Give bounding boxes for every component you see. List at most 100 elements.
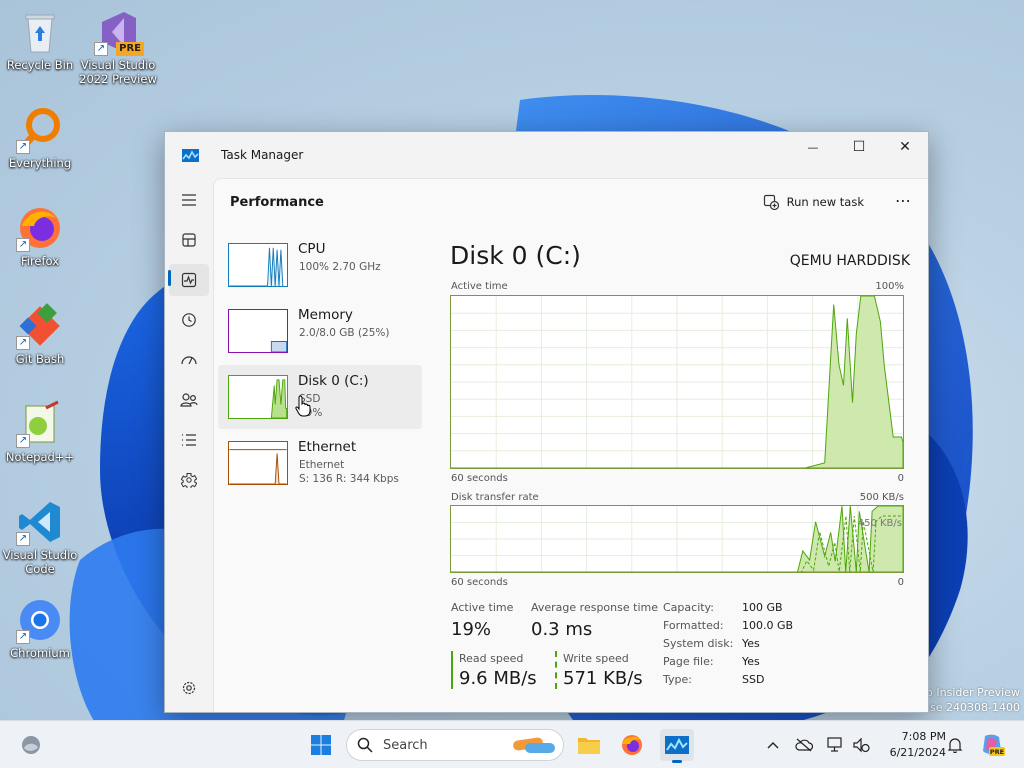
desktop-icon-visual-studio-preview[interactable]: ↗ PRE Visual Studio 2022 Preview bbox=[78, 8, 158, 86]
copilot-button[interactable]: PRE bbox=[975, 729, 1009, 761]
property-value: Yes bbox=[742, 655, 760, 668]
git-bash-icon: ↗ bbox=[16, 302, 64, 350]
perf-item-detail-line2: S: 136 R: 344 Kbps bbox=[299, 473, 399, 485]
close-button[interactable]: ✕ bbox=[882, 132, 928, 162]
desktop-icon-label: Visual Studio 2022 Preview bbox=[79, 58, 157, 86]
firefox-icon: ↗ bbox=[16, 204, 64, 252]
desktop-icon-label: Notepad++ bbox=[5, 450, 75, 464]
perf-item-name: Ethernet bbox=[298, 439, 357, 455]
read-speed-bar bbox=[451, 651, 453, 689]
taskbar-search-box[interactable]: Search bbox=[346, 729, 564, 761]
perf-item-memory[interactable]: Memory 2.0/8.0 GB (25%) bbox=[218, 299, 422, 363]
title-bar[interactable]: Task Manager — ☐ ✕ bbox=[165, 132, 928, 178]
perf-item-detail: 2.0/8.0 GB (25%) bbox=[299, 327, 390, 339]
memory-thumbnail-graph bbox=[228, 309, 288, 353]
nav-processes[interactable] bbox=[169, 224, 209, 256]
nav-users[interactable] bbox=[169, 384, 209, 416]
navigation-rail bbox=[165, 178, 213, 712]
disk-model: QEMU HARDDISK bbox=[789, 253, 910, 269]
perf-item-ethernet[interactable]: Ethernet Ethernet S: 136 R: 344 Kbps bbox=[218, 431, 422, 495]
file-explorer-button[interactable] bbox=[572, 729, 606, 761]
shortcut-arrow-icon: ↗ bbox=[16, 238, 30, 252]
active-time-graph-left-label: 60 seconds bbox=[451, 473, 508, 484]
notifications-button[interactable] bbox=[946, 736, 964, 754]
ethernet-thumbnail-graph bbox=[228, 441, 288, 485]
desktop-icon-notepad-plus-plus[interactable]: ↗ Notepad++ bbox=[0, 400, 80, 464]
nav-settings[interactable] bbox=[169, 672, 209, 704]
task-manager-app-icon bbox=[182, 149, 199, 162]
network-icon bbox=[827, 737, 842, 752]
show-hidden-icons-button[interactable] bbox=[764, 736, 782, 754]
desktop-icon-label: Git Bash bbox=[15, 352, 65, 366]
active-time-caption: Active time bbox=[451, 281, 508, 292]
volume-tray-button[interactable] bbox=[852, 736, 870, 754]
minimize-button[interactable]: — bbox=[790, 132, 836, 162]
active-time-graph bbox=[450, 295, 904, 469]
desktop-icon-vscode[interactable]: ↗ Visual Studio Code bbox=[0, 498, 80, 576]
close-icon: ✕ bbox=[899, 139, 911, 155]
desktop-icon-firefox[interactable]: ↗ Firefox bbox=[0, 204, 80, 268]
vscode-icon: ↗ bbox=[16, 498, 64, 546]
page-title: Performance bbox=[230, 195, 324, 210]
read-speed-label: Read speed bbox=[459, 652, 524, 665]
desktop-icon-label: Everything bbox=[8, 156, 72, 170]
app-history-icon bbox=[182, 313, 196, 327]
shortcut-arrow-icon: ↗ bbox=[16, 140, 30, 154]
hand-pointer-cursor bbox=[295, 395, 311, 417]
onedrive-tray-button[interactable] bbox=[795, 736, 813, 754]
nav-details[interactable] bbox=[169, 424, 209, 456]
hamburger-menu-button[interactable] bbox=[169, 184, 209, 216]
nav-app-history[interactable] bbox=[169, 304, 209, 336]
perf-item-name: Disk 0 (C:) bbox=[298, 373, 369, 389]
transfer-rate-graph bbox=[450, 505, 904, 573]
desktop-icon-label: Firefox bbox=[20, 254, 60, 268]
run-new-task-label: Run new task bbox=[786, 195, 864, 209]
svg-text:PRE: PRE bbox=[990, 748, 1004, 756]
task-manager-icon bbox=[665, 736, 689, 754]
nav-startup-apps[interactable] bbox=[169, 344, 209, 376]
property-key: Capacity: bbox=[663, 601, 714, 614]
visual-studio-icon: ↗ PRE bbox=[94, 8, 144, 56]
task-manager-taskbar-button[interactable] bbox=[660, 729, 694, 763]
property-value: 100 GB bbox=[742, 601, 783, 614]
desktop-icon-label: Visual Studio Code bbox=[2, 548, 78, 576]
details-icon bbox=[182, 434, 196, 446]
transfer-marker-label: 450 KB/s bbox=[857, 518, 902, 529]
desktop-icon-chromium[interactable]: ↗ Chromium bbox=[0, 596, 80, 660]
notepad-plus-plus-icon: ↗ bbox=[16, 400, 64, 448]
start-button[interactable] bbox=[304, 729, 338, 761]
maximize-button[interactable]: ☐ bbox=[836, 132, 882, 162]
active-time-graph-right-label: 0 bbox=[897, 473, 904, 484]
shortcut-arrow-icon: ↗ bbox=[16, 630, 30, 644]
volume-muted-icon bbox=[853, 737, 870, 753]
widgets-button[interactable] bbox=[14, 729, 48, 761]
taskbar-clock[interactable]: 7:08 PM 6/21/2024 bbox=[880, 729, 946, 761]
active-nav-indicator bbox=[168, 270, 171, 286]
perf-item-cpu[interactable]: CPU 100% 2.70 GHz bbox=[218, 233, 422, 297]
desktop-icon-git-bash[interactable]: ↗ Git Bash bbox=[0, 302, 80, 366]
desktop-icon-label: Recycle Bin bbox=[6, 58, 74, 72]
taskbar: Search 7:08 PM 6/21/2024 PRE bbox=[0, 720, 1024, 768]
chromium-icon: ↗ bbox=[16, 596, 64, 644]
property-value: SSD bbox=[742, 673, 765, 686]
file-explorer-icon bbox=[578, 738, 600, 754]
desktop-icon-recycle-bin[interactable]: Recycle Bin bbox=[0, 8, 80, 72]
services-icon bbox=[181, 473, 197, 488]
desktop-icon-everything[interactable]: ↗ Everything bbox=[0, 106, 80, 170]
perf-item-disk[interactable]: Disk 0 (C:) SSD 19% bbox=[218, 365, 422, 429]
disk-title: Disk 0 (C:) bbox=[450, 241, 581, 270]
network-tray-button[interactable] bbox=[826, 736, 844, 754]
property-key: Formatted: bbox=[663, 619, 724, 632]
shortcut-arrow-icon: ↗ bbox=[16, 434, 30, 448]
shortcut-arrow-icon: ↗ bbox=[16, 532, 30, 546]
write-speed-value: 571 KB/s bbox=[563, 668, 643, 689]
insider-watermark-line1: ro Insider Preview bbox=[921, 686, 1020, 699]
more-options-button[interactable]: ⋯ bbox=[895, 191, 912, 210]
firefox-taskbar-button[interactable] bbox=[615, 729, 649, 761]
search-highlight-icon bbox=[513, 737, 555, 753]
transfer-graph-left-label: 60 seconds bbox=[451, 577, 508, 588]
nav-performance[interactable] bbox=[169, 264, 209, 296]
chevron-up-icon bbox=[767, 742, 779, 749]
nav-services[interactable] bbox=[169, 464, 209, 496]
run-new-task-button[interactable]: Run new task bbox=[763, 194, 864, 210]
